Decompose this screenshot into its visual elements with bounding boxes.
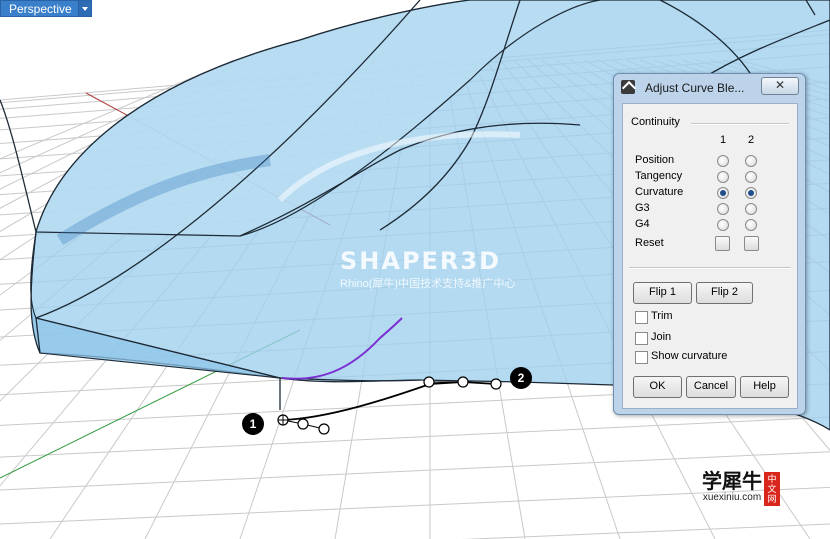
curvature-label: Curvature: [635, 186, 684, 198]
trim-checkbox[interactable]: [635, 311, 648, 324]
column-header-1: 1: [720, 134, 727, 146]
column-header-2: 2: [748, 134, 755, 146]
group-divider: [691, 123, 789, 125]
show-curvature-checkbox[interactable]: [635, 351, 648, 364]
logo-text: 学犀牛: [702, 469, 762, 493]
tangency-label: Tangency: [635, 170, 683, 182]
position-radio-1[interactable]: [717, 155, 729, 167]
g4-label: G4: [635, 218, 650, 230]
viewport-title-tab[interactable]: Perspective: [0, 0, 92, 17]
rhino-app-icon: [621, 80, 635, 94]
cancel-button[interactable]: Cancel: [686, 376, 736, 398]
tangency-radio-2[interactable]: [745, 171, 757, 183]
close-button[interactable]: ✕: [761, 77, 799, 95]
continuity-group-label: Continuity: [631, 116, 680, 128]
marker-2: 2: [510, 367, 532, 389]
reset-button-2[interactable]: [744, 236, 759, 251]
adjust-curve-blend-dialog: Adjust Curve Ble... ✕ Continuity 1 2 Pos…: [613, 73, 806, 415]
control-point[interactable]: [423, 376, 435, 388]
watermark: SHAPER3D Rhino(犀牛)中国技术支持&推广中心: [340, 247, 515, 291]
g3-radio-2[interactable]: [745, 203, 757, 215]
flip-1-button[interactable]: Flip 1: [633, 282, 692, 304]
g4-radio-2[interactable]: [745, 219, 757, 231]
logo-url: xuexiniu.com: [702, 492, 762, 503]
trim-label: Trim: [651, 310, 673, 322]
grid-line: [0, 416, 830, 458]
join-checkbox[interactable]: [635, 332, 648, 345]
g3-label: G3: [635, 202, 650, 214]
viewport-title[interactable]: Perspective: [0, 0, 79, 17]
curvature-radio-1[interactable]: [717, 187, 729, 199]
ok-button[interactable]: OK: [633, 376, 682, 398]
marker-2-label: 2: [518, 371, 525, 385]
blend-curve-new[interactable]: [282, 381, 497, 421]
marker-1: 1: [242, 413, 264, 435]
control-point[interactable]: [457, 376, 469, 388]
reset-label: Reset: [635, 237, 664, 249]
join-label: Join: [651, 331, 672, 343]
grid-line: [462, 523, 830, 539]
dialog-title: Adjust Curve Ble...: [645, 81, 745, 95]
site-logo: 学犀牛 xuexiniu.com 中文网: [702, 470, 780, 506]
tangency-radio-1[interactable]: [717, 171, 729, 183]
logo-badge: 中文网: [764, 472, 780, 506]
section-divider: [629, 267, 791, 269]
help-button[interactable]: Help: [740, 376, 789, 398]
control-point[interactable]: [490, 378, 502, 390]
position-label: Position: [635, 154, 675, 166]
blend-start-point[interactable]: [277, 414, 289, 426]
reset-button-1[interactable]: [715, 236, 730, 251]
watermark-brand: SHAPER3D: [340, 247, 502, 275]
g4-radio-1[interactable]: [717, 219, 729, 231]
marker-1-label: 1: [250, 417, 257, 431]
dialog-titlebar[interactable]: Adjust Curve Ble... ✕: [614, 74, 805, 100]
position-radio-2[interactable]: [745, 155, 757, 167]
dialog-body: Continuity 1 2 Position Tangency Curvatu…: [622, 103, 798, 409]
show-curvature-label: Show curvature: [651, 350, 728, 362]
control-point[interactable]: [297, 418, 309, 430]
flip-2-button[interactable]: Flip 2: [696, 282, 753, 304]
control-point[interactable]: [318, 423, 330, 435]
g3-radio-1[interactable]: [717, 203, 729, 215]
curvature-radio-2[interactable]: [745, 187, 757, 199]
watermark-subtitle: Rhino(犀牛)中国技术支持&推广中心: [340, 278, 516, 290]
viewport-menu-arrow-icon[interactable]: [78, 0, 92, 17]
